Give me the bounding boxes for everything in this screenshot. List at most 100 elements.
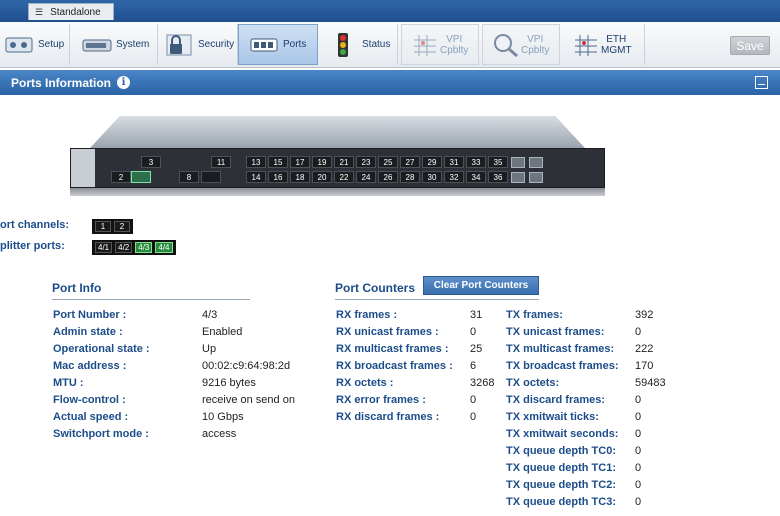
counter-key: TX queue depth TC1: bbox=[506, 462, 616, 474]
switch-port[interactable]: 29 bbox=[422, 156, 442, 168]
minimize-icon[interactable] bbox=[755, 76, 768, 89]
counter-key: RX multicast frames : bbox=[336, 343, 449, 355]
switch-port[interactable]: 28 bbox=[400, 171, 420, 183]
counter-value: 170 bbox=[635, 360, 654, 372]
counter-value: 0 bbox=[635, 496, 642, 508]
switch-port[interactable]: 3 bbox=[141, 156, 161, 168]
switch-port[interactable]: 2 bbox=[111, 171, 131, 183]
splitter-port-chip[interactable]: 4/4 bbox=[155, 242, 173, 253]
switch-port[interactable]: 25 bbox=[378, 156, 398, 168]
switch-port[interactable]: 27 bbox=[400, 156, 420, 168]
toolbar-vpi-cpblty-button-2[interactable]: VPI Cpblty bbox=[482, 24, 560, 65]
counter-value: 31 bbox=[470, 309, 483, 321]
switch-port[interactable]: 19 bbox=[312, 156, 332, 168]
splitter-port-chip[interactable]: 4/3 bbox=[135, 242, 153, 253]
switch-mgmt-port[interactable] bbox=[511, 172, 525, 183]
counter-value: 0 bbox=[470, 326, 477, 338]
standalone-tab[interactable]: ☰ Standalone bbox=[28, 3, 114, 20]
switch-port[interactable]: 30 bbox=[422, 171, 442, 183]
counter-key: TX queue depth TC0: bbox=[506, 445, 616, 457]
system-icon bbox=[82, 32, 112, 58]
port-channels-list: 12 bbox=[92, 219, 133, 234]
counter-value: 3268 bbox=[470, 377, 495, 389]
switch-port[interactable]: 11 bbox=[211, 156, 231, 168]
counter-key: Port Number : bbox=[53, 309, 127, 321]
counter-key: RX discard frames : bbox=[336, 411, 440, 423]
splitter-port-chip[interactable]: 4/1 bbox=[95, 242, 113, 253]
counter-key: TX queue depth TC2: bbox=[506, 479, 616, 491]
panel-header: Ports Information i bbox=[0, 70, 780, 95]
counter-key: RX error frames : bbox=[336, 394, 426, 406]
port-channel-chip[interactable]: 1 bbox=[95, 221, 111, 232]
switch-port[interactable]: 14 bbox=[246, 171, 266, 183]
switch-port[interactable]: 20 bbox=[312, 171, 332, 183]
standalone-label: Standalone bbox=[50, 6, 101, 18]
switch-port[interactable]: 8 bbox=[179, 171, 199, 183]
toolbar-vpi-line1-2: VPI bbox=[527, 33, 544, 45]
switch-mgmt-port[interactable] bbox=[529, 172, 543, 183]
toolbar-ports-button[interactable]: Ports bbox=[238, 24, 318, 65]
toolbar-eth-line2: MGMT bbox=[601, 44, 632, 56]
clear-port-counters-button[interactable]: Clear Port Counters bbox=[423, 276, 539, 295]
toolbar-eth-mgmt-button[interactable]: ETH MGMT bbox=[563, 24, 645, 65]
switch-port[interactable]: 32 bbox=[444, 171, 464, 183]
toolbar-vpi-line1-1: VPI bbox=[446, 33, 463, 45]
switch-port[interactable]: 31 bbox=[444, 156, 464, 168]
counter-value: Enabled bbox=[202, 326, 243, 338]
toolbar-vpi-line2-2: Cpblty bbox=[521, 44, 550, 56]
port-channel-chip[interactable]: 2 bbox=[114, 221, 130, 232]
switch-port[interactable]: 18 bbox=[290, 171, 310, 183]
switch-left-panel bbox=[71, 149, 95, 187]
eth-mgmt-icon bbox=[571, 32, 601, 58]
toolbar-status-button[interactable]: Status bbox=[318, 24, 398, 65]
toolbar-setup-label: Setup bbox=[38, 39, 65, 50]
counter-value: 0 bbox=[635, 462, 642, 474]
switch-mgmt-port[interactable] bbox=[529, 157, 543, 168]
switch-port[interactable]: 22 bbox=[334, 171, 354, 183]
switch-port[interactable]: 13 bbox=[246, 156, 266, 168]
switch-port[interactable] bbox=[201, 171, 221, 183]
switch-port[interactable]: 16 bbox=[268, 171, 288, 183]
switch-port[interactable]: 36 bbox=[488, 171, 508, 183]
switch-port[interactable]: 23 bbox=[356, 156, 376, 168]
counter-value: Up bbox=[202, 343, 217, 355]
toolbar-vpi-cpblty-button-1[interactable]: VPI Cpblty bbox=[401, 24, 479, 65]
counter-value: access bbox=[202, 428, 237, 440]
counter-value: 0 bbox=[470, 411, 477, 423]
port-counters-title: Port Counters bbox=[335, 281, 416, 295]
counter-value: 59483 bbox=[635, 377, 666, 389]
switch-port[interactable]: 33 bbox=[466, 156, 486, 168]
toolbar-system-button[interactable]: System bbox=[70, 24, 158, 65]
toolbar-eth-label: ETH MGMT bbox=[601, 34, 632, 56]
toolbar-security-button[interactable]: Security bbox=[158, 24, 238, 65]
security-icon bbox=[164, 32, 194, 58]
toolbar-setup-button[interactable]: Setup bbox=[0, 24, 70, 65]
switch-port[interactable]: 35 bbox=[488, 156, 508, 168]
counter-value: 4/3 bbox=[202, 309, 218, 321]
counter-key: MTU : bbox=[53, 377, 84, 389]
switch-port[interactable]: 26 bbox=[378, 171, 398, 183]
counter-key: TX unicast frames: bbox=[506, 326, 605, 338]
switch-port[interactable]: 24 bbox=[356, 171, 376, 183]
splitter-port-chip[interactable]: 4/2 bbox=[115, 242, 133, 253]
switch-port[interactable] bbox=[131, 171, 151, 183]
toolbar-status-label: Status bbox=[362, 39, 391, 50]
switch-mgmt-port[interactable] bbox=[511, 157, 525, 168]
info-icon[interactable]: i bbox=[117, 76, 131, 89]
counter-value: 0 bbox=[635, 411, 642, 423]
toolbar-vpi-line2-1: Cpblty bbox=[440, 44, 469, 56]
counter-key: Flow-control : bbox=[53, 394, 126, 406]
counter-value: 25 bbox=[470, 343, 483, 355]
counter-value: 6 bbox=[470, 360, 477, 372]
counter-key: TX queue depth TC3: bbox=[506, 496, 616, 508]
toolbar-vpi-label-2: VPI Cpblty bbox=[521, 34, 549, 56]
switch-port[interactable]: 21 bbox=[334, 156, 354, 168]
switch-port[interactable]: 34 bbox=[466, 171, 486, 183]
port-channels-label: ort channels: bbox=[0, 219, 70, 231]
counter-value: 0 bbox=[635, 428, 642, 440]
counter-key: TX frames: bbox=[506, 309, 563, 321]
save-button[interactable]: Save bbox=[730, 36, 770, 55]
counter-key: Admin state : bbox=[53, 326, 123, 338]
switch-port[interactable]: 17 bbox=[290, 156, 310, 168]
switch-port[interactable]: 15 bbox=[268, 156, 288, 168]
